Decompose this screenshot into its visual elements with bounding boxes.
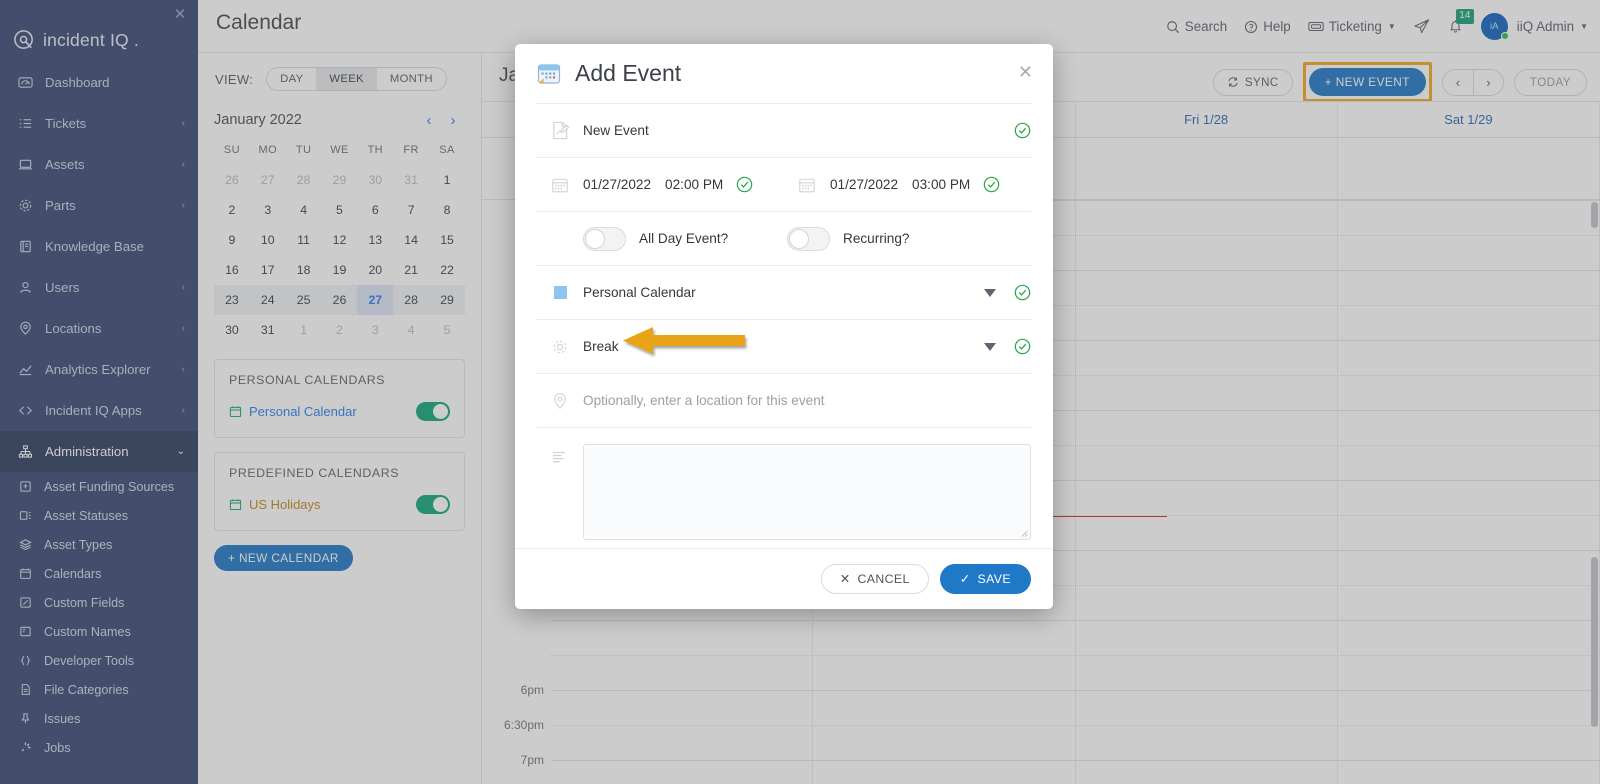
valid-check-icon — [1014, 284, 1031, 301]
app-root: ✕ incident IQ . Dashboard Tickets ‹ Asse… — [0, 0, 1600, 784]
toggle-knob — [789, 228, 809, 249]
close-icon[interactable]: ✕ — [1018, 63, 1033, 81]
valid-check-icon — [1014, 338, 1031, 355]
chevron-down-icon[interactable] — [984, 288, 996, 297]
start-time-input[interactable]: 02:00 PM — [665, 177, 723, 192]
resize-handle-icon[interactable] — [1019, 528, 1028, 537]
toggle-knob — [585, 228, 605, 249]
calendar-color-icon — [537, 62, 561, 86]
end-date-input[interactable]: 01/27/2022 — [830, 177, 898, 192]
recurring-label: Recurring? — [843, 231, 910, 246]
calendar-icon — [784, 176, 830, 194]
start-date-input[interactable]: 01/27/2022 — [583, 177, 651, 192]
close-icon: ✕ — [839, 572, 851, 586]
modal-footer: ✕ CANCEL ✓ SAVE — [515, 548, 1053, 609]
save-label: SAVE — [977, 572, 1011, 586]
all-day-label: All Day Event? — [639, 231, 729, 246]
event-name-row: New Event — [537, 103, 1031, 157]
event-datetime-row: 01/27/2022 02:00 PM 01/27/2022 03:00 PM — [537, 157, 1031, 211]
description-textarea[interactable] — [583, 444, 1031, 540]
calendar-select-value[interactable]: Personal Calendar — [583, 285, 984, 300]
check-icon: ✓ — [959, 572, 971, 586]
valid-check-icon — [983, 176, 1000, 193]
add-event-modal: Add Event ✕ New Event 01/27/2022 02:00 P… — [515, 44, 1053, 609]
calendar-icon — [537, 176, 583, 194]
event-end-group: 01/27/2022 03:00 PM — [784, 158, 1031, 211]
modal-title: Add Event — [575, 60, 682, 86]
event-location-row: Optionally, enter a location for this ev… — [537, 373, 1031, 427]
pin-icon — [537, 392, 583, 410]
calendar-select-row: Personal Calendar — [537, 265, 1031, 319]
description-lines-icon — [537, 444, 583, 540]
chevron-down-icon[interactable] — [984, 342, 996, 351]
event-description-row — [537, 427, 1031, 562]
all-day-toggle[interactable] — [583, 226, 626, 251]
modal-body: New Event 01/27/2022 02:00 PM 01/27/2022… — [515, 103, 1053, 562]
valid-check-icon — [1014, 122, 1031, 139]
location-input[interactable]: Optionally, enter a location for this ev… — [583, 393, 1031, 408]
gear-icon — [537, 338, 583, 356]
save-button[interactable]: ✓ SAVE — [939, 564, 1031, 594]
calendar-color-swatch-icon — [537, 286, 583, 299]
event-options-row: All Day Event? Recurring? — [537, 211, 1031, 265]
recurring-toggle[interactable] — [787, 226, 830, 251]
modal-header: Add Event ✕ — [515, 44, 1053, 103]
cancel-label: CANCEL — [857, 572, 910, 586]
annotation-arrow-icon — [617, 325, 749, 359]
event-start-group: 01/27/2022 02:00 PM — [537, 158, 784, 211]
event-type-select-row: Break — [537, 319, 1031, 373]
end-time-input[interactable]: 03:00 PM — [912, 177, 970, 192]
all-day-group: All Day Event? — [537, 226, 787, 251]
event-name-input[interactable]: New Event — [583, 123, 1014, 138]
recurring-group: Recurring? — [787, 226, 910, 251]
event-note-icon — [537, 120, 583, 141]
valid-check-icon — [736, 176, 753, 193]
cancel-button[interactable]: ✕ CANCEL — [820, 564, 929, 594]
